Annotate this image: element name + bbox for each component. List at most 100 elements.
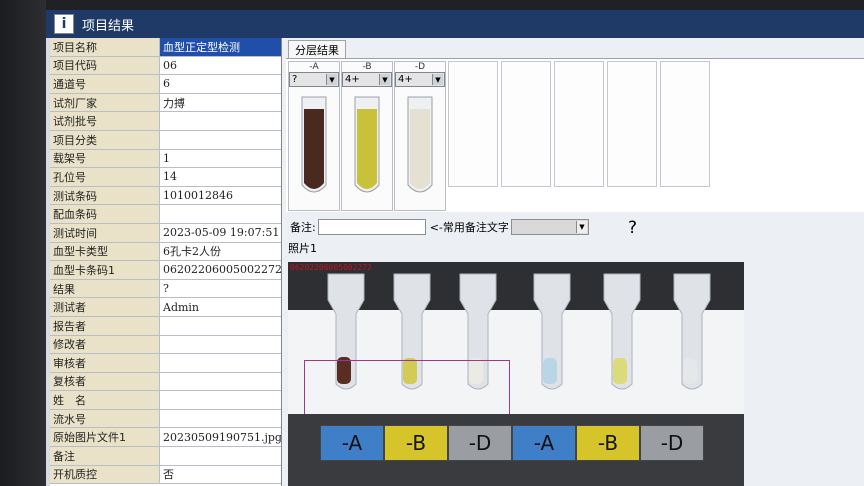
well-4-sample <box>543 358 557 384</box>
property-key: 试剂批号 <box>50 112 160 130</box>
property-row[interactable]: 报告者 <box>50 316 281 336</box>
property-value: ? <box>163 282 169 296</box>
screen: i 项目结果 项目名称 血型正定型检测 项目代码 06 通道号 6 试剂厂家 力搏 试剂批号 项目… <box>46 10 864 486</box>
property-key: 修改者 <box>50 335 160 354</box>
property-row[interactable]: 项目代码 06 <box>50 56 281 76</box>
tube-result-cell: -D 4+ ▼ <box>394 61 446 211</box>
property-value <box>160 391 281 409</box>
property-key: 血型卡类型 <box>50 242 160 261</box>
property-key: 测试时间 <box>50 223 160 242</box>
property-value <box>160 447 281 465</box>
property-key: 配血条码 <box>50 205 160 223</box>
property-row[interactable]: 结果? <box>50 279 281 299</box>
empty-tube-slot <box>607 61 657 187</box>
window-title: 项目结果 <box>82 18 135 34</box>
tube-result-select[interactable]: 4+ ▼ <box>342 72 392 87</box>
property-value: 1 <box>163 151 170 165</box>
tube-result-value: 4+ <box>345 74 360 85</box>
monitor-bezel-left <box>0 0 46 486</box>
notes-row: 备注: <-常用备注文字 ▼ <box>286 216 864 238</box>
property-row[interactable]: 项目分类 <box>50 130 281 150</box>
property-row[interactable]: 试剂厂家 力搏 <box>50 93 281 113</box>
common-notes-label: <-常用备注文字 <box>429 221 509 234</box>
tube-label: -B <box>362 62 372 72</box>
property-value: 6孔卡2人份 <box>163 245 221 259</box>
property-value: 6 <box>163 77 170 91</box>
property-key: 载架号 <box>50 149 160 168</box>
properties-table: 项目名称 血型正定型检测 项目代码 06 通道号 6 试剂厂家 力搏 试剂批号 项目分类 载架号 1 孔… <box>50 38 282 486</box>
property-row[interactable]: 开机质控否 <box>50 465 281 485</box>
tube-result-value: 4+ <box>398 74 413 85</box>
property-row[interactable]: 项目名称 血型正定型检测 <box>50 38 281 57</box>
chevron-down-icon[interactable]: ▼ <box>326 74 337 85</box>
property-value: 力搏 <box>163 96 185 110</box>
property-value: 1010012846 <box>163 189 233 203</box>
selected-sample-frame <box>304 360 510 416</box>
tube-result-select[interactable]: 4+ ▼ <box>395 72 445 87</box>
well-6-sample <box>683 358 697 384</box>
common-notes-select[interactable]: ▼ <box>510 219 589 235</box>
empty-tube-slot <box>660 61 710 187</box>
property-key: 备注 <box>50 447 160 465</box>
card-well-label: -D <box>640 425 704 461</box>
info-icon: i <box>54 14 74 34</box>
property-key: 孔位号 <box>50 168 160 186</box>
property-key: 流水号 <box>50 409 160 428</box>
property-row[interactable]: 孔位号 14 <box>50 168 281 187</box>
property-value: 2023-05-09 19:07:51 <box>163 226 280 240</box>
tube-image <box>354 96 380 193</box>
property-value <box>160 354 281 372</box>
property-row[interactable]: 修改者 <box>50 335 281 355</box>
property-key: 通道号 <box>50 75 160 93</box>
property-key: 测试者 <box>50 298 160 316</box>
property-value <box>160 317 281 335</box>
property-row[interactable]: 复核者 <box>50 372 281 392</box>
property-row[interactable]: 原始图片文件1 20230509190751.jpg <box>50 428 281 448</box>
property-row[interactable]: 流水号 <box>50 409 281 429</box>
property-row[interactable]: 测试时间 2023-05-09 19:07:51 <box>50 223 281 243</box>
photo-label: 照片1 <box>288 242 317 255</box>
tube-sample <box>410 109 430 189</box>
property-row[interactable]: 配血条码 <box>50 205 281 224</box>
property-row[interactable]: 试剂批号 <box>50 112 281 131</box>
property-row[interactable]: 备注 <box>50 447 281 466</box>
property-row[interactable]: 血型卡条码1 062022060050022​72 <box>50 261 281 280</box>
property-value <box>160 205 281 223</box>
property-row[interactable]: 通道号 6 <box>50 75 281 94</box>
chevron-down-icon[interactable]: ▼ <box>432 74 443 85</box>
property-row[interactable]: 载架号 1 <box>50 149 281 169</box>
property-row[interactable]: 测试条码 1010012846 <box>50 186 281 206</box>
help-icon[interactable]: ? <box>628 218 637 238</box>
property-row[interactable]: 血型卡类型 6孔卡2人份 <box>50 242 281 262</box>
property-row[interactable]: 审核者 <box>50 354 281 373</box>
card-labels: -A -B -D -A -B -D <box>320 425 704 461</box>
property-key: 开机质控 <box>50 465 160 484</box>
property-value <box>160 112 281 130</box>
tab-layer-results[interactable]: 分层结果 <box>288 40 346 58</box>
property-key: 血型卡条码1 <box>50 261 160 279</box>
property-value: Admin <box>163 300 200 314</box>
property-row[interactable]: 测试者 Admin <box>50 298 281 317</box>
tube-result-value: ? <box>292 74 298 85</box>
property-row[interactable]: 姓 名 <box>50 391 281 410</box>
well-5-sample <box>613 358 627 384</box>
chevron-down-icon[interactable]: ▼ <box>379 74 390 85</box>
property-value: 062022060050022​72 <box>163 263 281 277</box>
property-key: 项目分类 <box>50 130 160 149</box>
property-value <box>160 336 281 354</box>
property-key: 原始图片文件1 <box>50 428 160 447</box>
property-key: 测试条码 <box>50 186 160 205</box>
tube-result-select[interactable]: ? ▼ <box>289 72 339 87</box>
property-key: 结果 <box>50 279 160 298</box>
empty-tube-slot <box>501 61 551 187</box>
results-panel: 分层结果 -A? ▼ -B 4+ ▼ -D 4+ ▼ 备注: <-常用备注文字 ▼ ? 照片1… <box>286 38 864 486</box>
property-value: 06 <box>163 58 177 72</box>
property-key: 审核者 <box>50 354 160 372</box>
empty-tube-slot <box>448 61 498 187</box>
notes-input[interactable] <box>317 219 426 235</box>
property-key: 复核者 <box>50 372 160 391</box>
tube-label: -D <box>414 62 426 72</box>
chevron-down-icon[interactable]: ▼ <box>575 221 587 233</box>
notes-label: 备注: <box>290 221 316 234</box>
tube-image <box>301 96 327 193</box>
